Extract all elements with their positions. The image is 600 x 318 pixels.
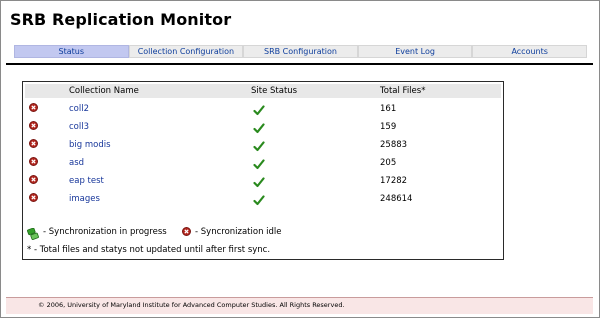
header-collection-name: Collection Name [69,86,139,96]
total-files: 159 [380,122,397,132]
sync-idle-icon [29,103,38,112]
collection-link[interactable]: asd [69,158,84,169]
sync-idle-icon [29,139,38,148]
table-row: asd 205 [23,155,503,173]
total-files: 248614 [380,194,413,204]
collection-link[interactable]: big modis [69,140,111,151]
sync-in-progress-icon [26,226,40,245]
collection-link[interactable]: coll3 [69,122,89,133]
header-site-status: Site Status [251,86,298,96]
tab-accounts[interactable]: Accounts [472,45,587,58]
status-panel: Collection Name Site Status Total Files*… [22,81,504,260]
sync-idle-icon [29,121,38,130]
legend-idle-label: - Syncronization idle [195,227,282,237]
copyright-text: © 2006, University of Maryland Institute… [38,301,345,309]
sync-idle-icon [29,193,38,202]
legend: - Synchronization in progress - Syncroni… [26,226,496,240]
tab-status[interactable]: Status [14,45,129,58]
table-row: coll3 159 [23,119,503,137]
collection-link[interactable]: images [69,194,100,205]
check-icon [253,173,265,192]
check-icon [253,137,265,156]
collection-link[interactable]: coll2 [69,104,89,115]
check-icon [253,101,265,120]
table-header: Collection Name Site Status Total Files* [25,84,501,98]
table-row: images 248614 [23,191,503,209]
footnote: * - Total files and statys not updated u… [27,245,271,255]
sync-idle-icon [29,175,38,184]
collection-link[interactable]: eap test [69,176,104,187]
legend-in-progress-label: - Synchronization in progress [43,227,167,237]
footer: © 2006, University of Maryland Institute… [6,297,593,314]
check-icon [253,119,265,138]
total-files: 161 [380,104,397,114]
check-icon [253,191,265,210]
tab-collection-configuration[interactable]: Collection Configuration [128,45,244,58]
page-title: SRB Replication Monitor [10,10,232,29]
total-files: 205 [380,158,397,168]
tab-event-log[interactable]: Event Log [357,45,473,58]
sync-idle-icon [29,157,38,166]
table-row: eap test 17282 [23,173,503,191]
tab-srb-configuration[interactable]: SRB Configuration [243,45,358,58]
header-divider [6,63,593,65]
sync-idle-icon [182,227,191,236]
total-files: 25883 [380,140,408,150]
table-row: coll2 161 [23,101,503,119]
tab-bar: Status Collection Configuration SRB Conf… [14,45,587,58]
total-files: 17282 [380,176,408,186]
table-row: big modis 25883 [23,137,503,155]
header-total-files: Total Files* [380,86,426,96]
check-icon [253,155,265,174]
